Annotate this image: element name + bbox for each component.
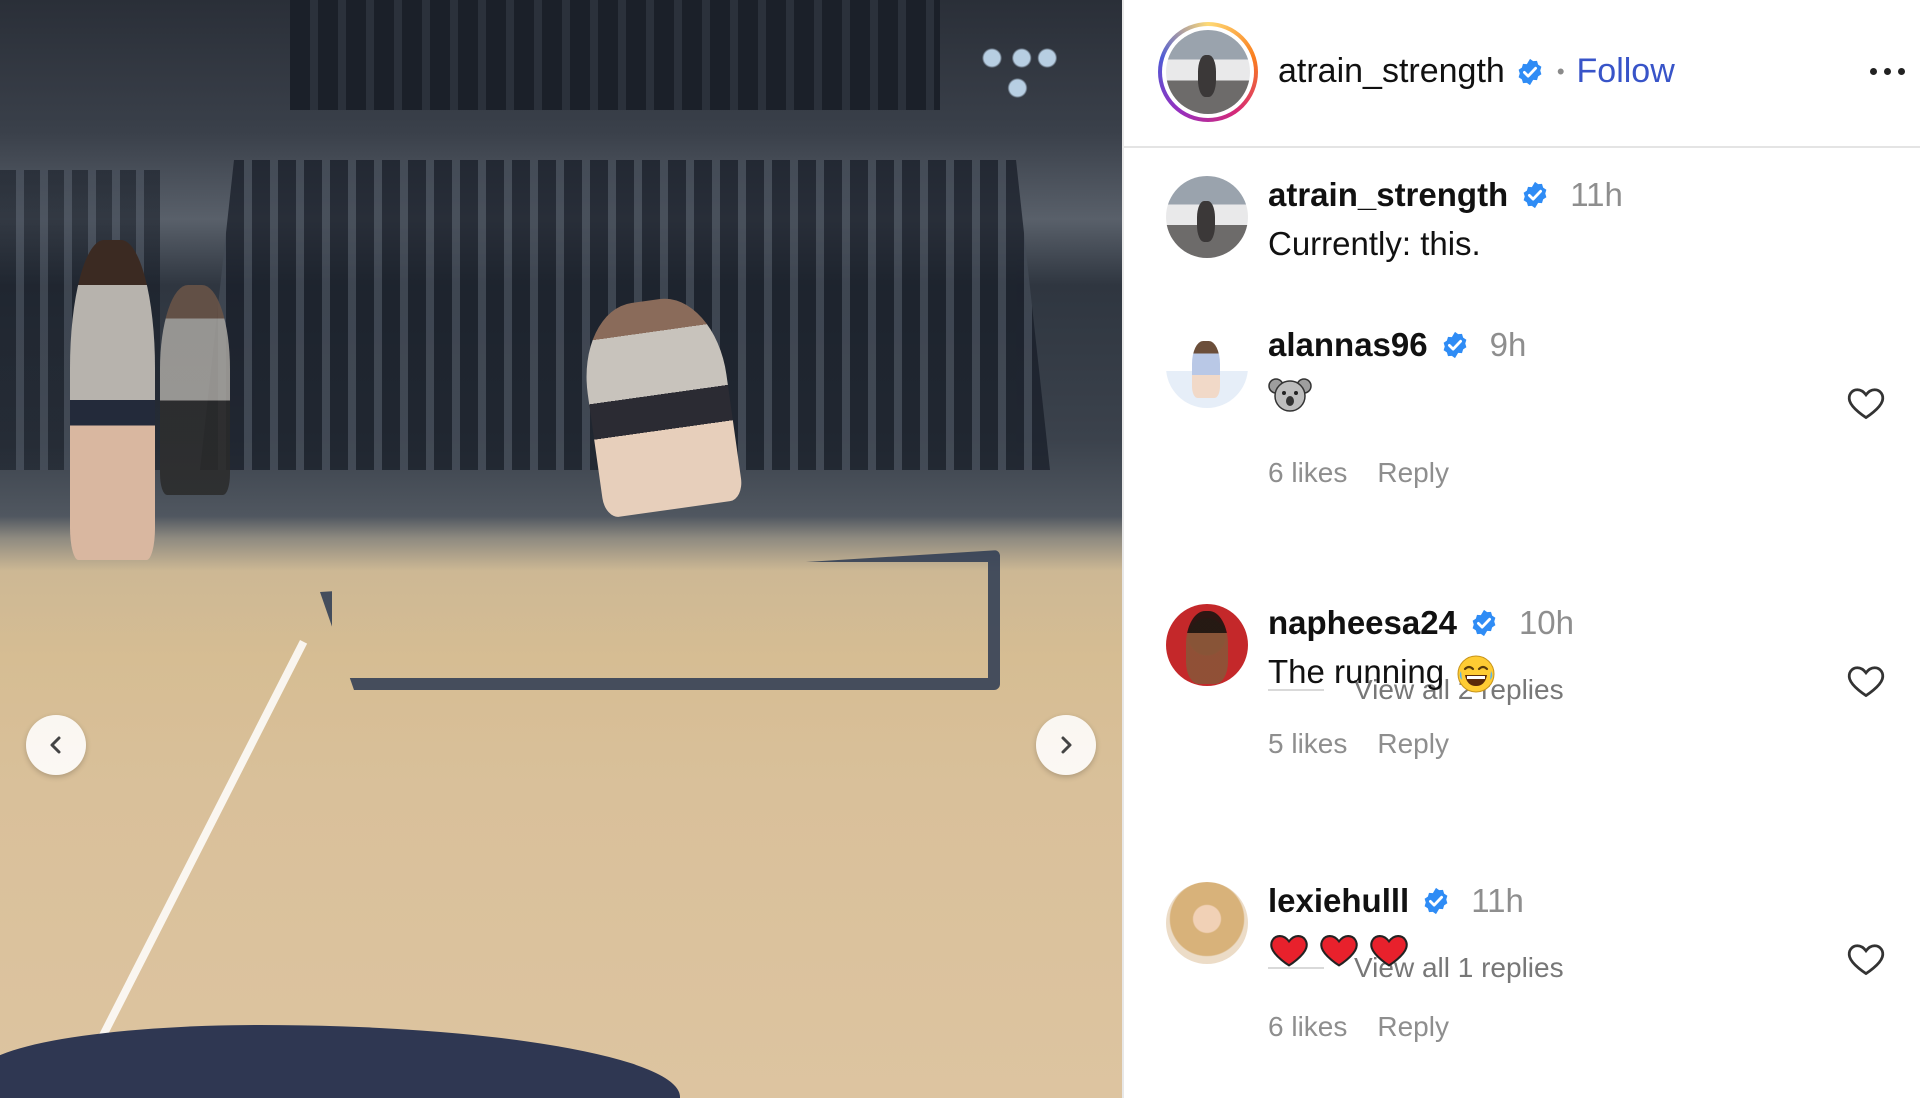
verified-badge-icon xyxy=(1515,57,1545,87)
arena-lights xyxy=(975,40,1060,100)
laughing-emoji-icon xyxy=(1456,654,1496,694)
red-heart-icon xyxy=(1320,935,1358,967)
post-author-row: atrain_strength • Follow xyxy=(1278,52,1675,91)
likes-count[interactable]: 6 likes xyxy=(1268,1011,1347,1043)
next-media-button[interactable] xyxy=(1036,715,1096,775)
comment-timestamp: 9h xyxy=(1489,326,1527,363)
separator-dot: • xyxy=(1556,58,1565,84)
avatar xyxy=(1166,30,1250,114)
court-logo xyxy=(320,550,1000,690)
heart-icon[interactable] xyxy=(1846,940,1886,976)
heart-icon[interactable] xyxy=(1846,662,1886,698)
post-media[interactable] xyxy=(0,0,1122,1098)
verified-badge-icon xyxy=(1421,886,1451,916)
reply-button[interactable]: Reply xyxy=(1377,457,1449,489)
comment-text xyxy=(1268,374,1868,423)
heart-icon[interactable] xyxy=(1846,384,1886,420)
arena-upper-deck xyxy=(290,0,940,110)
follow-button[interactable]: Follow xyxy=(1577,52,1675,91)
verified-badge-icon xyxy=(1520,180,1550,210)
foreground-cloth xyxy=(0,1025,680,1098)
player-figure xyxy=(70,240,155,560)
koala-emoji-icon xyxy=(1268,374,1312,414)
chevron-left-icon xyxy=(50,736,61,754)
likes-count[interactable]: 6 likes xyxy=(1268,457,1347,489)
more-options-icon[interactable] xyxy=(1862,48,1912,94)
verified-badge-icon xyxy=(1469,608,1499,638)
previous-media-button[interactable] xyxy=(26,715,86,775)
reply-button[interactable]: Reply xyxy=(1377,1011,1449,1043)
post-header: atrain_strength • Follow xyxy=(1124,0,1920,148)
comment-username[interactable]: atrain_strength xyxy=(1268,176,1508,214)
red-heart-icon xyxy=(1270,935,1308,967)
reply-button[interactable]: Reply xyxy=(1377,728,1449,760)
avatar[interactable] xyxy=(1166,326,1248,408)
comment-text xyxy=(1268,930,1868,977)
avatar[interactable] xyxy=(1166,604,1248,686)
avatar[interactable] xyxy=(1166,882,1248,964)
verified-badge-icon xyxy=(1440,330,1470,360)
likes-count[interactable]: 5 likes xyxy=(1268,728,1347,760)
comment-timestamp: 11h xyxy=(1471,882,1524,919)
comment-username[interactable]: napheesa24 xyxy=(1268,604,1457,642)
comments-list: atrain_strength 11h Currently: this. ala… xyxy=(1124,148,1920,1098)
red-heart-icon xyxy=(1370,935,1408,967)
comments-panel: atrain_strength • Follow atrain_strength xyxy=(1122,0,1920,1098)
red-hearts-emoji xyxy=(1268,930,1410,968)
comment-text: The running xyxy=(1268,653,1445,690)
avatar[interactable] xyxy=(1166,176,1248,258)
instagram-post-view: atrain_strength • Follow atrain_strength xyxy=(0,0,1920,1098)
comment-text: Currently: this. xyxy=(1268,225,1481,262)
comment-username[interactable]: lexiehulll xyxy=(1268,882,1409,920)
comment-username[interactable]: alannas96 xyxy=(1268,326,1428,364)
comment-timestamp: 11h xyxy=(1570,176,1623,213)
chevron-right-icon xyxy=(1061,736,1072,754)
player-figure xyxy=(160,285,230,495)
story-ring-avatar[interactable] xyxy=(1158,22,1258,122)
post-author-username[interactable]: atrain_strength xyxy=(1278,52,1505,91)
comment-text-row: The running xyxy=(1268,652,1868,694)
comment-timestamp: 10h xyxy=(1518,604,1575,641)
